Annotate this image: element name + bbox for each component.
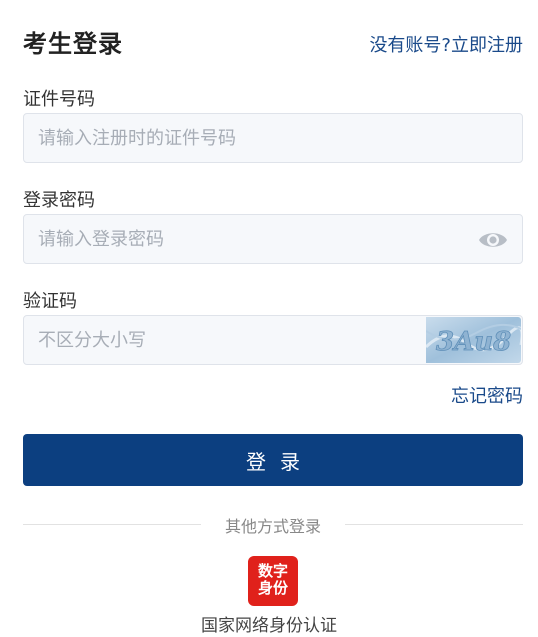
- password-input[interactable]: [24, 215, 522, 263]
- page-title: 考生登录: [23, 30, 123, 58]
- id-number-label: 证件号码: [23, 89, 95, 110]
- register-link[interactable]: 没有账号?立即注册: [369, 31, 523, 57]
- show-password-eye-icon[interactable]: [478, 230, 508, 250]
- forgot-password-link[interactable]: 忘记密码: [451, 382, 523, 408]
- captcha-field: 3Au8: [23, 315, 523, 365]
- other-login-divider: 其他方式登录: [23, 512, 523, 536]
- login-header: 考生登录 没有账号?立即注册: [23, 24, 523, 64]
- divider-text: 其他方式登录: [224, 517, 321, 536]
- password-label: 登录密码: [23, 190, 95, 211]
- badge-line-2: 身份: [257, 579, 288, 597]
- captcha-label: 验证码: [23, 291, 77, 312]
- captcha-image[interactable]: 3Au8: [426, 317, 521, 363]
- login-button[interactable]: 登录: [23, 434, 523, 486]
- divider-line-right: [345, 524, 523, 525]
- id-number-input[interactable]: [24, 114, 522, 162]
- password-field: [23, 214, 523, 264]
- id-number-field: [23, 113, 523, 163]
- digital-identity-icon[interactable]: 数字 身份: [248, 556, 298, 606]
- captcha-code: 3Au8: [436, 327, 511, 357]
- badge-line-1: 数字: [257, 562, 288, 580]
- national-identity-auth-link[interactable]: 国家网络身份认证: [0, 611, 538, 636]
